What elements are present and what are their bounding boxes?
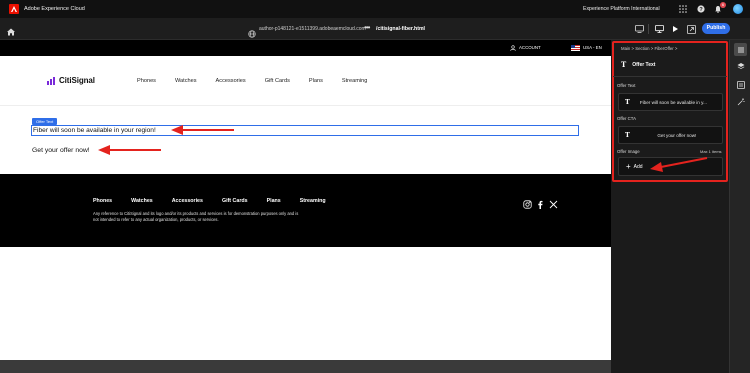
site-navigation: CitiSignal Phones Watches Accessories Gi…	[0, 56, 611, 106]
nav-item-gift-cards[interactable]: Gift Cards	[265, 78, 290, 84]
nav-item-plans[interactable]: Plans	[309, 78, 323, 84]
magic-wand-rail-icon[interactable]	[734, 95, 747, 108]
offer-text-field[interactable]: T Fiber will soon be available in y...	[618, 93, 723, 111]
citisignal-logo-icon	[47, 76, 56, 85]
facebook-icon[interactable]	[536, 196, 545, 209]
max-items-note: Max 1 items	[700, 149, 722, 154]
user-icon	[510, 45, 516, 51]
footer-link-watches[interactable]: Watches	[131, 198, 153, 204]
publish-button[interactable]: Publish	[702, 23, 730, 34]
site-utility-bar: ACCOUNT USA - EN	[0, 40, 611, 56]
account-link[interactable]: ACCOUNT	[510, 44, 541, 52]
footer-link-streaming[interactable]: Streaming	[300, 198, 326, 204]
offer-text-field-label: Offer Text	[617, 83, 636, 88]
play-preview-icon[interactable]	[670, 24, 680, 34]
page-url[interactable]: author-p148121-e1511399.adobeaemcloud.co…	[259, 24, 366, 34]
desktop-view-icon[interactable]	[654, 24, 664, 34]
nav-item-phones[interactable]: Phones	[137, 78, 156, 84]
locale-label: USA - EN	[583, 45, 602, 50]
x-twitter-icon[interactable]	[549, 196, 558, 209]
offer-text-field-value: Fiber will soon be available in y...	[639, 99, 707, 105]
home-icon[interactable]	[6, 24, 16, 36]
panel-title: Offer Text	[632, 61, 656, 68]
canvas-bottom-bar	[0, 360, 611, 373]
offer-cta-field[interactable]: T Get your offer now!	[618, 126, 723, 144]
nav-item-accessories[interactable]: Accessories	[216, 78, 246, 84]
brand-name: CitiSignal	[59, 76, 95, 85]
main-nav: Phones Watches Accessories Gift Cards Pl…	[137, 78, 367, 84]
us-flag-icon	[571, 45, 580, 51]
layers-rail-icon[interactable]	[734, 59, 747, 72]
properties-rail-icon[interactable]	[734, 43, 747, 56]
open-external-icon[interactable]	[686, 24, 696, 34]
text-type-icon: T	[621, 60, 627, 69]
add-label: Add	[633, 163, 643, 170]
account-label: ACCOUNT	[519, 45, 541, 50]
offer-cta[interactable]: Get your offer now!	[32, 146, 90, 156]
footer-link-gift-cards[interactable]: Gift Cards	[222, 198, 248, 204]
site-footer: Phones Watches Accessories Gift Cards Pl…	[0, 174, 611, 247]
org-switcher[interactable]: Experience Platform International	[583, 0, 660, 18]
offer-text[interactable]: Fiber will soon be available in your reg…	[33, 126, 156, 135]
globe-icon	[248, 25, 256, 38]
instagram-icon[interactable]	[523, 196, 532, 209]
footer-link-accessories[interactable]: Accessories	[172, 198, 203, 204]
breadcrumb[interactable]: Main > Section > FiberOffer >	[621, 46, 677, 52]
offer-cta-field-label: Offer CTA	[617, 116, 636, 121]
footer-link-phones[interactable]: Phones	[93, 198, 112, 204]
page-canvas: ACCOUNT USA - EN CitiSignal Phones Watch…	[0, 40, 611, 373]
footer-disclaimer: Any reference to CitiSignal and its logo…	[93, 211, 299, 222]
text-field-icon: T	[625, 98, 630, 106]
help-icon[interactable]: ?	[696, 4, 706, 14]
footer-links: Phones Watches Accessories Gift Cards Pl…	[93, 198, 326, 204]
notifications-bell-icon[interactable]: 6	[713, 2, 726, 14]
footer-link-plans[interactable]: Plans	[267, 198, 281, 204]
offer-image-field-label: Offer Image	[617, 149, 640, 154]
text-field-icon: T	[625, 131, 630, 139]
panel-divider	[613, 76, 727, 77]
add-image-button[interactable]: + Add	[618, 157, 723, 176]
user-avatar[interactable]	[733, 4, 743, 14]
toolbar-divider	[648, 24, 649, 34]
brand-logo[interactable]: CitiSignal	[47, 76, 95, 85]
global-header: Adobe Experience Cloud Experience Platfo…	[0, 0, 750, 18]
page-path: /citisignal-fiber.html	[376, 26, 425, 32]
locale-selector[interactable]: USA - EN	[571, 44, 602, 52]
notification-badge: 6	[720, 2, 726, 8]
offer-cta-field-value: Get your offer now!	[657, 132, 697, 138]
editor-toolbar: author-p148121-e1511399.adobeaemcloud.co…	[0, 18, 750, 40]
plus-icon: +	[626, 161, 631, 171]
content-tree-rail-icon[interactable]	[734, 78, 747, 91]
app-switcher-icon[interactable]	[678, 4, 688, 14]
preview-mode-icon[interactable]	[634, 24, 644, 34]
editor-side-rail	[729, 40, 750, 373]
panel-header: T Offer Text	[621, 60, 655, 69]
nav-item-streaming[interactable]: Streaming	[342, 78, 368, 84]
nav-item-watches[interactable]: Watches	[175, 78, 197, 84]
adobe-logo-icon[interactable]	[9, 4, 19, 14]
more-options-icon[interactable]: •••	[364, 23, 370, 33]
app-title[interactable]: Adobe Experience Cloud	[24, 6, 85, 12]
component-label-tag: Offer Text	[32, 118, 58, 125]
